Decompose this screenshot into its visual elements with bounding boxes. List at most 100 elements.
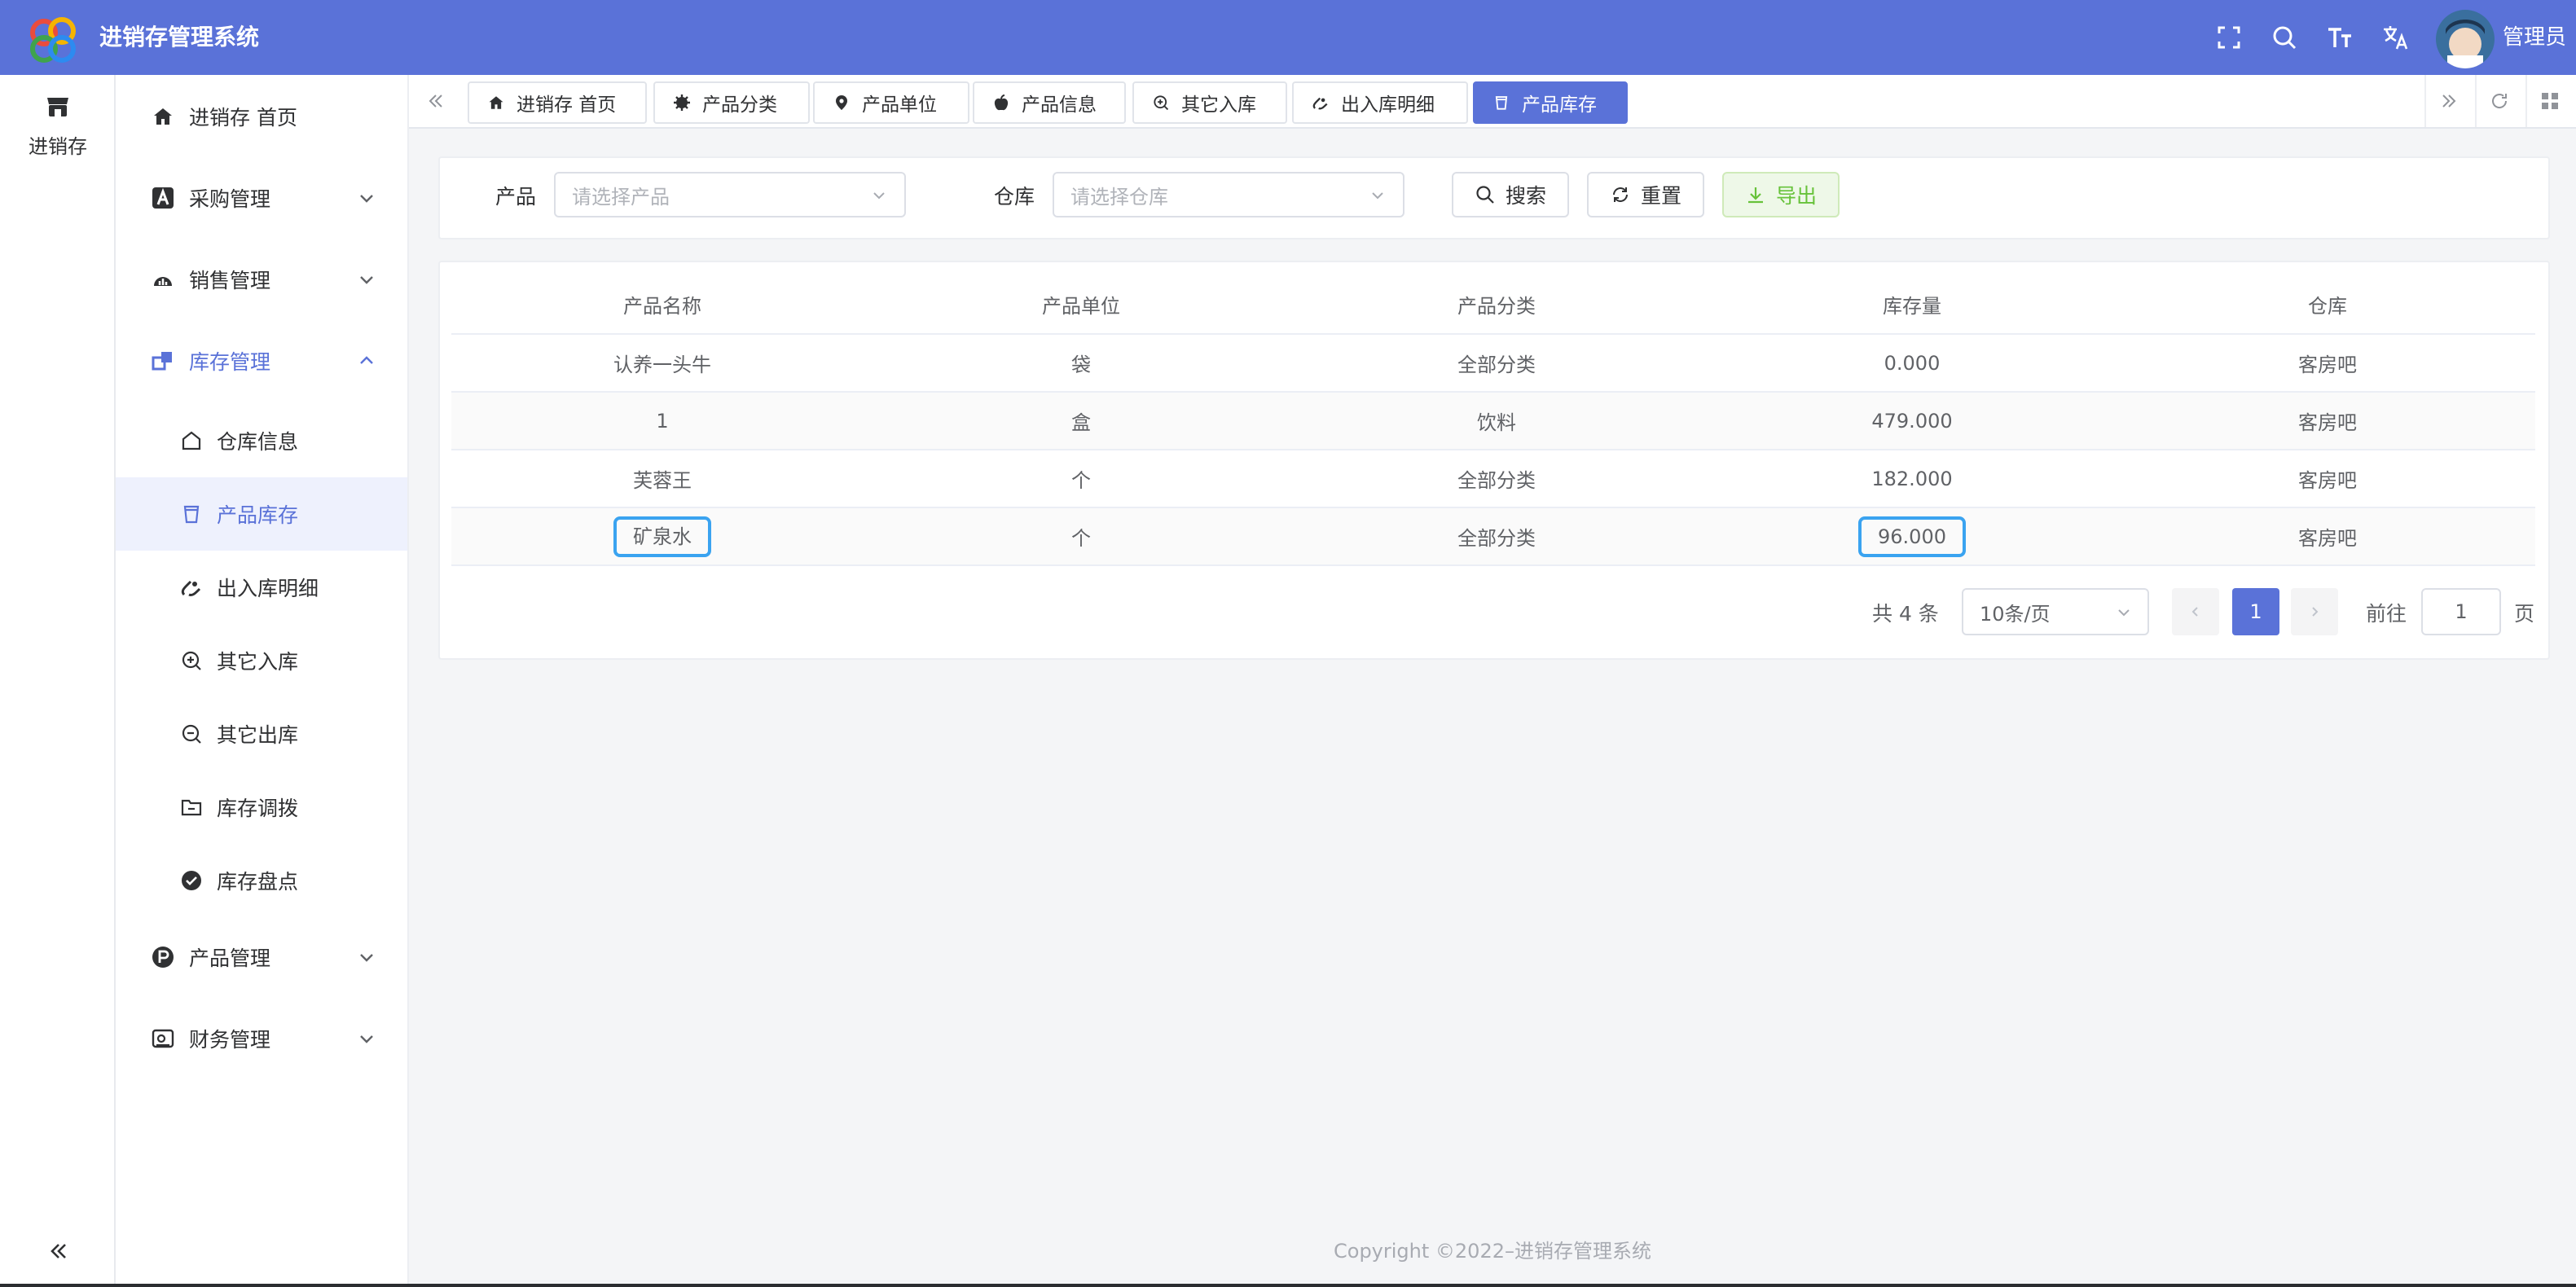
reset-button[interactable]: 重置 [1587,172,1704,217]
tabs-scroll-right[interactable] [2424,75,2472,127]
avatar[interactable] [2436,10,2495,68]
fullscreen-icon[interactable] [2214,23,2244,52]
cell-warehouse: 客房吧 [2120,507,2535,566]
tab-label: 产品单位 [862,94,937,116]
table-row[interactable]: 矿泉水 个 全部分类 96.000 客房吧 [451,507,2535,566]
home-icon [150,103,176,130]
next-page-button[interactable] [2291,588,2338,635]
cell-warehouse: 客房吧 [2120,450,2535,508]
home-icon [487,94,505,112]
sidebar-item-label: 财务管理 [189,1028,271,1052]
tabs-scroll-left[interactable] [409,75,463,127]
export-button[interactable]: 导出 [1722,172,1840,217]
sidebar-item-label: 销售管理 [189,269,271,292]
sidebar-menu: 进销存 首页 采购管理 销售管理 库存管理 仓库信息 产品库存 出入库明细 其它… [116,75,409,1287]
cup-icon [179,502,204,526]
column-header[interactable]: 产品名称 [451,275,873,335]
cell-product-name: 矿泉水 [613,516,711,557]
house-outline-icon [179,428,204,453]
folder-remove-icon [179,795,204,819]
refresh-button[interactable] [2475,75,2522,127]
tab-label: 产品分类 [702,94,777,116]
sidebar-item-other-outbound[interactable]: 其它出库 [116,697,407,771]
tab-label: 产品信息 [1022,94,1097,116]
chevron-down-icon [360,276,373,284]
table-row[interactable]: 芙蓉王 个 全部分类 182.000 客房吧 [451,450,2535,508]
column-header[interactable]: 产品分类 [1289,275,1704,335]
pagination-total: 共 4 条 [1872,602,1939,626]
search-button-label: 搜索 [1505,184,1546,208]
sidebar-item-warehouse-info[interactable]: 仓库信息 [116,404,407,477]
tab-product-info[interactable]: 产品信息 [973,81,1126,124]
sidebar-item-stocktake[interactable]: 库存盘点 [116,844,407,917]
zoom-in-icon [179,648,204,673]
sidebar-item-sales[interactable]: 销售管理 [116,243,407,316]
chevron-down-icon [360,195,373,203]
refresh-icon [2492,94,2508,108]
cell-warehouse: 客房吧 [2120,392,2535,450]
circle-check-icon [179,868,204,893]
goto-page-input[interactable]: 1 [2421,588,2501,635]
chevron-down-icon [2118,609,2130,617]
cell-unit: 袋 [873,334,1289,393]
sidebar-item-stock-transfer[interactable]: 库存调拨 [116,771,407,844]
search-icon[interactable] [2270,23,2299,52]
admin-name[interactable]: 管理员 [2503,0,2566,75]
prev-page-button[interactable] [2172,588,2219,635]
chevron-down-icon [360,1035,373,1043]
export-button-label: 导出 [1775,184,1817,208]
cell-unit: 盒 [873,392,1289,450]
column-header[interactable]: 库存量 [1704,275,2120,335]
sidebar-item-product[interactable]: 产品管理 [116,920,407,994]
sidebar-item-label: 库存调拨 [217,797,299,820]
warehouse-select-placeholder: 请选择仓库 [1070,185,1168,209]
cell-unit: 个 [873,450,1289,508]
sales-icon [150,266,176,292]
stock-table: 产品名称 产品单位 产品分类 库存量 仓库 认养一头牛 袋 全部分类 0.000… [451,275,2535,566]
column-header[interactable]: 仓库 [2120,275,2535,335]
tab-product-unit[interactable]: 产品单位 [813,81,969,124]
font-size-icon[interactable] [2325,23,2354,52]
collapse-sidebar-icon[interactable] [46,1238,72,1264]
chevron-down-icon [360,954,373,962]
cell-stock-qty: 96.000 [1858,516,1966,557]
tab-home[interactable]: 进销存 首页 [468,81,647,124]
sidebar-item-label: 其它入库 [217,650,299,674]
sidebar-item-inventory[interactable]: 库存管理 [116,324,407,398]
double-chevron-left-icon [429,94,442,108]
tab-other-inbound[interactable]: 其它入库 [1132,81,1287,124]
link-chain-icon [1312,94,1330,112]
rail-label[interactable]: 进销存 [0,130,116,159]
chevron-up-icon [360,356,373,364]
sidebar-item-purchase[interactable]: 采购管理 [116,161,407,235]
tabs-menu-button[interactable] [2525,75,2573,127]
tab-stock-detail[interactable]: 出入库明细 [1292,81,1468,124]
tab-label: 产品库存 [1522,94,1597,116]
tab-product-category[interactable]: 产品分类 [653,81,810,124]
sidebar-item-other-inbound[interactable]: 其它入库 [116,624,407,697]
sidebar-item-stock-detail[interactable]: 出入库明细 [116,551,407,624]
table-row[interactable]: 认养一头牛 袋 全部分类 0.000 客房吧 [451,334,2535,393]
warehouse-filter-label: 仓库 [994,185,1035,209]
sidebar-item-home[interactable]: 进销存 首页 [116,80,407,153]
store-icon[interactable] [44,93,72,121]
sidebar-item-label: 仓库信息 [217,430,299,454]
product-select[interactable]: 请选择产品 [554,172,906,217]
column-header[interactable]: 产品单位 [873,275,1289,335]
cup-icon [1492,94,1510,112]
tab-label: 进销存 首页 [517,94,617,116]
page-size-select[interactable]: 10条/页 [1962,588,2149,635]
table-header-row: 产品名称 产品单位 产品分类 库存量 仓库 [451,275,2535,335]
search-button[interactable]: 搜索 [1452,172,1569,217]
table-row[interactable]: 1 盒 饮料 479.000 客房吧 [451,392,2535,450]
cell-stock-qty: 479.000 [1704,392,2120,450]
warehouse-select[interactable]: 请选择仓库 [1053,172,1404,217]
sidebar-item-product-stock[interactable]: 产品库存 [116,477,407,551]
page-size-value: 10条/页 [1980,602,2051,626]
translate-icon[interactable] [2380,23,2410,52]
sidebar-item-finance[interactable]: 财务管理 [116,1002,407,1075]
top-header: 进销存管理系统 管理员 [0,0,2576,75]
cell-product-name-wrap: 矿泉水 [451,507,873,566]
tab-product-stock[interactable]: 产品库存 [1473,81,1628,124]
page-number-current[interactable]: 1 [2232,588,2279,635]
